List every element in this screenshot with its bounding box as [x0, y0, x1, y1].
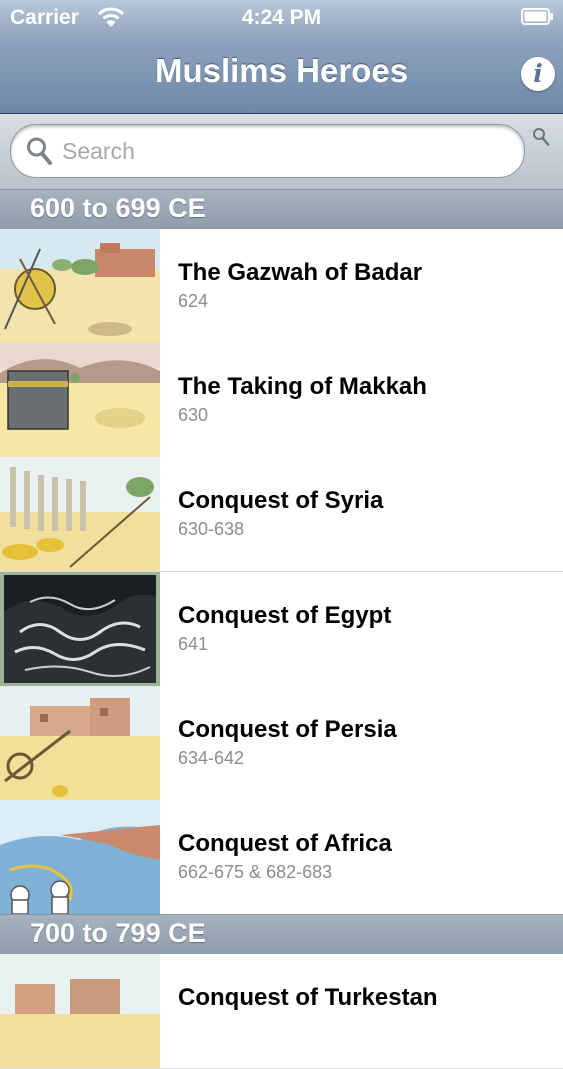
- page-title: Muslims Heroes: [154, 52, 409, 89]
- section-header: 600 to 699 CE: [0, 189, 563, 231]
- list-item[interactable]: The Taking of Makkah 630: [0, 343, 563, 458]
- row-subtitle: 641: [178, 634, 209, 654]
- row-subtitle: 662-675 & 682-683: [178, 862, 333, 882]
- index-search-icon[interactable]: [532, 127, 550, 147]
- row-title: Conquest of Persia: [178, 716, 397, 743]
- row-title: Conquest of Syria: [178, 487, 384, 514]
- list-item[interactable]: Conquest of Syria 630-638: [0, 457, 563, 572]
- list-item[interactable]: Conquest of Persia 634-642: [0, 686, 563, 801]
- section-header-label: 600 to 699 CE: [30, 193, 206, 223]
- list-item[interactable]: Conquest of Turkestan: [0, 954, 563, 1069]
- list-item[interactable]: The Gazwah of Badar 624: [0, 229, 563, 344]
- row-subtitle: 624: [178, 291, 209, 311]
- row-subtitle: 630-638: [178, 519, 245, 539]
- section-header-label: 700 to 799 CE: [30, 918, 206, 948]
- row-title: The Taking of Makkah: [178, 373, 427, 400]
- list-item[interactable]: Conquest of Egypt 641: [0, 572, 563, 687]
- navigation-bar: Carrier 4:24 PM Muslims Heroes i: [0, 0, 563, 114]
- search-placeholder: Search: [62, 138, 135, 164]
- battery-icon: [521, 8, 553, 25]
- thumbnail-africa: [0, 800, 160, 914]
- thumbnail-persia: [0, 686, 160, 800]
- section-header: 700 to 799 CE: [0, 914, 563, 956]
- thumbnail-egypt: [0, 572, 160, 686]
- row-title: Conquest of Egypt: [178, 602, 392, 629]
- row-title: Conquest of Turkestan: [178, 984, 438, 1011]
- status-bar: Carrier 4:24 PM: [0, 0, 563, 36]
- row-subtitle: 634-642: [178, 748, 245, 768]
- list-item[interactable]: Conquest of Africa 662-675 & 682-683: [0, 800, 563, 915]
- row-title: The Gazwah of Badar: [178, 259, 423, 286]
- row-subtitle: 630: [178, 405, 209, 425]
- thumbnail-syria: [0, 457, 160, 571]
- row-title: Conquest of Africa: [178, 830, 392, 857]
- thumbnail-badar: [0, 229, 160, 343]
- thumbnail-makkah: [0, 343, 160, 457]
- thumbnail-turkestan: [0, 954, 160, 1068]
- info-icon[interactable]: i: [521, 57, 555, 91]
- search-icon: [27, 137, 52, 165]
- status-time: 4:24 PM: [241, 6, 322, 29]
